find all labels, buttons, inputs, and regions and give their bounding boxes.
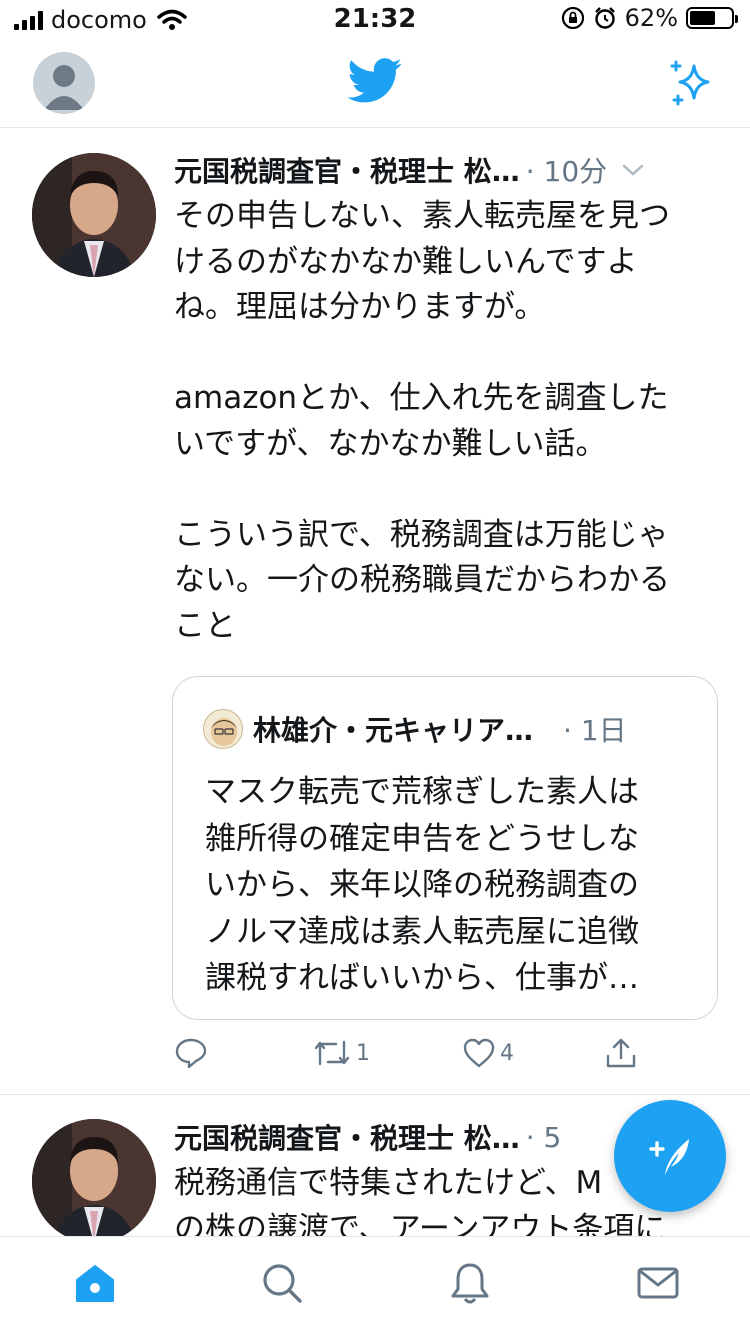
like-button[interactable]: 4 xyxy=(462,1036,514,1070)
search-icon xyxy=(263,1264,302,1303)
share-button[interactable] xyxy=(604,1036,638,1070)
sparkle-icon[interactable] xyxy=(668,58,718,108)
share-icon xyxy=(606,1038,636,1068)
retweet-count: 1 xyxy=(356,1040,370,1066)
battery-percent: 62% xyxy=(624,4,678,32)
status-bar: docomo 21:32 62% xyxy=(0,0,750,40)
tweet-body: 元国税調査官・税理士 松… · 10分 その申告しない、素人転売屋を見つ けるの… xyxy=(174,148,720,649)
twitter-bird-icon[interactable] xyxy=(347,58,403,104)
tweet-author-name[interactable]: 元国税調査官・税理士 松… xyxy=(174,1117,520,1157)
alarm-icon xyxy=(594,7,615,29)
tab-home[interactable] xyxy=(73,1261,117,1305)
quoted-tweet-timestamp: · 1日 xyxy=(563,714,627,747)
author-photo xyxy=(32,1119,156,1236)
reply-icon xyxy=(175,1038,207,1069)
orientation-lock-icon xyxy=(561,6,584,30)
default-avatar-icon xyxy=(44,65,84,110)
home-icon xyxy=(76,1265,114,1302)
retweet-button[interactable]: 1 xyxy=(312,1036,370,1070)
quoted-tweet-text: マスク転売で荒稼ぎした素人は 雑所得の確定申告をどうせしな いから、来年以降の税… xyxy=(205,774,639,996)
battery-fill xyxy=(690,11,715,25)
tweet-timestamp: · 10分 xyxy=(525,155,608,188)
author-photo xyxy=(32,153,156,277)
tweet-timestamp: · 5 xyxy=(525,1120,562,1154)
like-count: 4 xyxy=(500,1040,514,1066)
battery-icon xyxy=(686,7,738,29)
heart-icon xyxy=(463,1038,495,1068)
messages-icon xyxy=(637,1267,679,1299)
profile-avatar[interactable] xyxy=(33,52,95,114)
tweet-author-name[interactable]: 元国税調査官・税理士 松… xyxy=(174,150,520,190)
retweet-icon xyxy=(314,1040,350,1066)
tweet-author-avatar[interactable] xyxy=(32,1119,156,1236)
quoted-tweet-header: 林雄介・元キャリア… · 1日 xyxy=(203,707,703,751)
tweet-header: 元国税調査官・税理士 松… · 10分 xyxy=(174,148,720,192)
status-right: 62% xyxy=(561,4,738,32)
tab-notifications[interactable] xyxy=(448,1261,492,1305)
quoted-author-name: 林雄介・元キャリア… xyxy=(253,714,534,747)
quoted-author-photo xyxy=(204,710,242,748)
quoted-tweet[interactable]: 林雄介・元キャリア… · 1日 マスク転売で荒稼ぎした素人は 雑所得の確定申告を… xyxy=(172,676,718,1020)
tab-search[interactable] xyxy=(260,1261,304,1305)
chevron-down-icon[interactable] xyxy=(621,158,645,182)
quoted-author-avatar xyxy=(203,709,243,749)
tweet-text: その申告しない、素人転売屋を見つ けるのがなかなか難しいんですよ ね。理屈は分か… xyxy=(174,198,670,644)
notifications-icon xyxy=(451,1263,489,1304)
tab-messages[interactable] xyxy=(636,1261,680,1305)
compose-feather-icon xyxy=(649,1139,689,1175)
tweet-author-avatar[interactable] xyxy=(32,153,156,277)
tweet-actions: 1 4 xyxy=(172,1036,652,1082)
nav-header xyxy=(0,40,750,128)
reply-button[interactable] xyxy=(174,1036,212,1070)
compose-tweet-button[interactable] xyxy=(614,1100,726,1212)
tab-bar xyxy=(0,1236,750,1334)
